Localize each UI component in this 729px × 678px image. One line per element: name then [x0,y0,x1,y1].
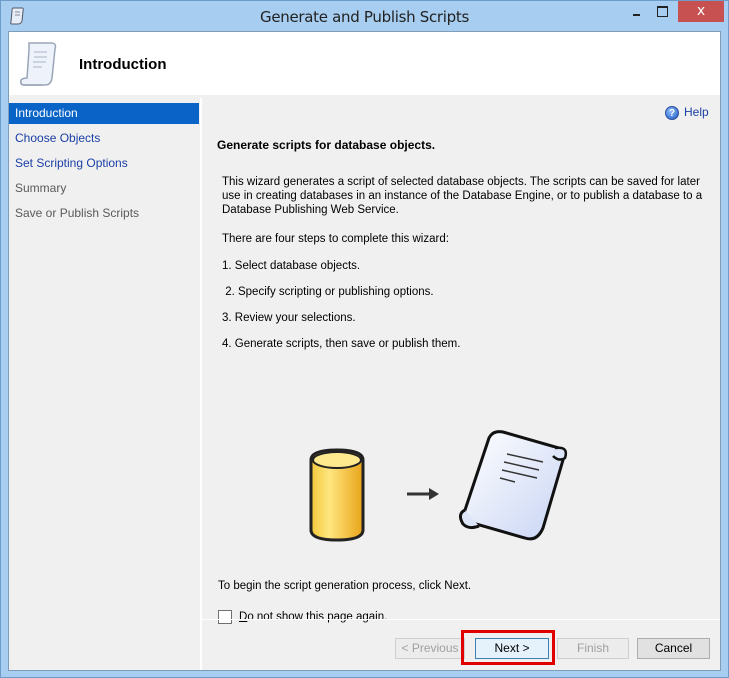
maximize-button[interactable] [652,1,676,23]
script-scroll-icon [458,430,568,541]
page-header: Introduction [9,32,720,95]
step-item: 2. Specify scripting or publishing optio… [222,286,434,298]
sidebar-item-save-or-publish-scripts: Save or Publish Scripts [15,206,140,220]
step-item: 4. Generate scripts, then save or publis… [222,338,461,350]
close-icon: x [696,3,706,19]
step-item: 3. Review your selections. [222,312,356,324]
database-icon [309,448,365,542]
do-not-show-again-checkbox[interactable] [218,610,232,624]
content-heading: Generate scripts for database objects. [217,138,436,152]
sidebar-item-summary: Summary [15,181,67,195]
title-bar: Generate and Publish Scripts x [1,1,728,31]
sidebar-item-introduction[interactable]: Introduction [9,103,199,124]
database-to-script-illustration [309,430,568,542]
footer-divider [202,619,720,620]
finish-button[interactable]: Finish [557,638,629,659]
help-label: Help [684,105,709,119]
step-item: 1. Select database objects. [222,260,361,272]
page-title: Introduction [79,56,167,73]
help-icon: ? [665,105,679,120]
previous-button[interactable]: < Previous [395,638,465,659]
arrow-right-icon [407,488,439,500]
content-pane: ? Help Generate scripts for database obje… [202,98,720,624]
script-scroll-icon [20,42,57,86]
wizard-steps-nav: Introduction Choose Objects Set Scriptin… [9,98,199,670]
wizard-client: Introduction Introduction Choose Objects… [8,31,721,671]
next-button-highlight-annotation [461,630,555,665]
sidebar-item-choose-objects[interactable]: Choose Objects [9,128,199,149]
sidebar-item-set-scripting-options[interactable]: Set Scripting Options [9,153,199,174]
begin-instruction: To begin the script generation process, … [218,580,472,592]
window-title: Generate and Publish Scripts [260,8,469,26]
help-link[interactable]: ? Help [665,105,709,120]
minimize-button[interactable] [627,1,651,23]
cancel-button[interactable]: Cancel [637,638,710,659]
wizard-window: Generate and Publish Scripts x Introduct… [0,0,729,678]
steps-intro: There are four steps to complete this wi… [222,233,449,245]
do-not-show-again-checkbox-row[interactable]: Do not show this page again. [218,610,387,624]
do-not-show-again-label[interactable]: Do not show this page again. [239,611,387,623]
close-button[interactable]: x [678,1,724,22]
wizard-description: This wizard generates a script of select… [222,176,703,216]
